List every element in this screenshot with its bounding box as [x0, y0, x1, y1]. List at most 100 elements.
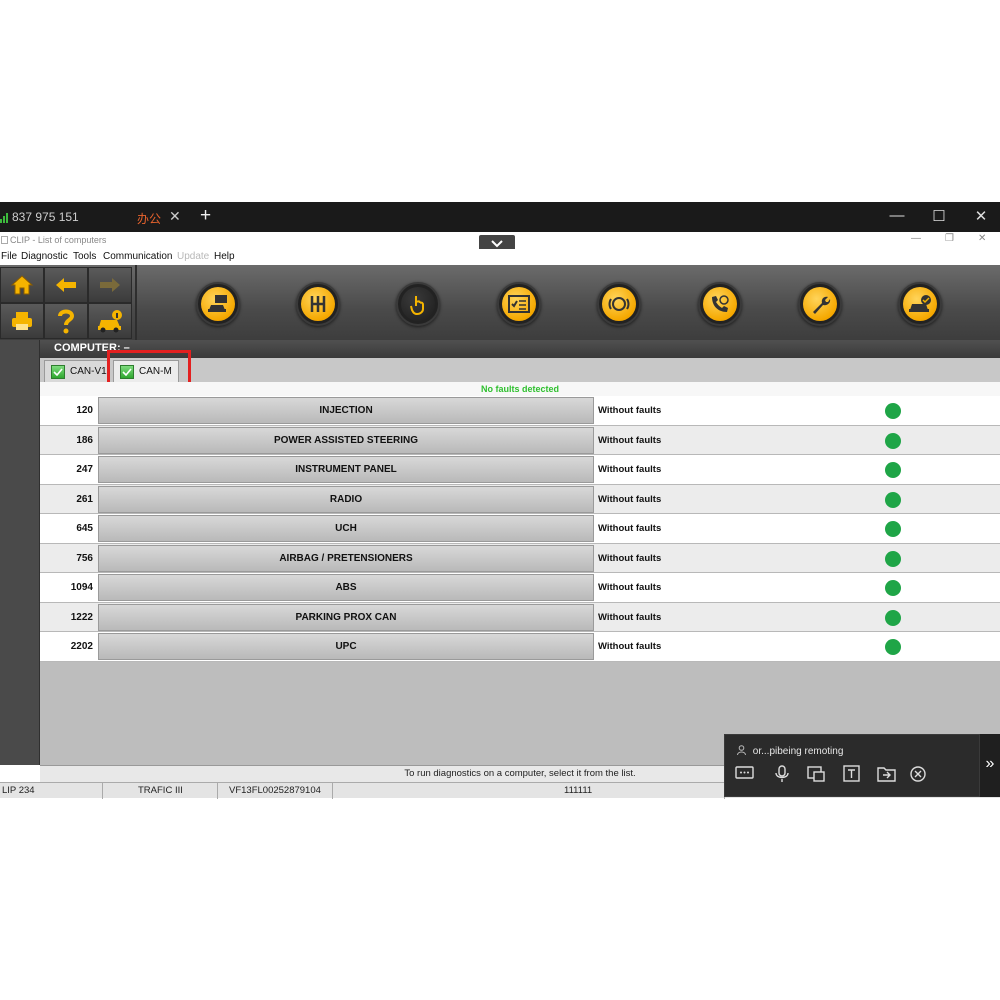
table-row[interactable]: 186 POWER ASSISTED STEERING Without faults — [40, 425, 1000, 455]
menu-diagnostic[interactable]: Diagnostic — [21, 251, 68, 262]
status-tool: LIP 234 — [0, 783, 103, 799]
ecu-name-button[interactable]: AIRBAG / PRETENSIONERS — [98, 544, 594, 572]
microphone-button[interactable] — [772, 765, 792, 783]
maximize-button[interactable]: ☐ — [929, 207, 949, 225]
phone-car-button[interactable] — [698, 282, 742, 326]
forward-button[interactable] — [88, 267, 132, 303]
table-row[interactable]: 261 RADIO Without faults — [40, 484, 1000, 514]
menu-update[interactable]: Update — [177, 251, 209, 262]
vehicle-identification-button[interactable] — [196, 282, 240, 326]
brake-button[interactable] — [597, 282, 641, 326]
table-row[interactable]: 1094 ABS Without faults — [40, 573, 1000, 603]
checklist-button[interactable] — [497, 282, 541, 326]
app-restore-button[interactable]: ❐ — [945, 233, 954, 244]
table-row[interactable]: 247 INSTRUMENT PANEL Without faults — [40, 455, 1000, 485]
computer-value: – — [123, 342, 130, 354]
ecu-name-button[interactable]: UCH — [98, 515, 594, 542]
window-title-bar: CLIP - List of computers — ❐ ✕ — [0, 232, 1000, 252]
vehicle-check-icon — [909, 295, 931, 312]
ecu-name-button[interactable]: UPC — [98, 633, 594, 660]
screen-share-button[interactable] — [806, 765, 826, 783]
wrench-button[interactable] — [798, 282, 842, 326]
tab-can-m[interactable]: CAN-M — [113, 360, 179, 382]
ecu-status: Without faults — [598, 523, 662, 534]
close-tab-icon[interactable]: ✕ — [169, 208, 181, 225]
toolbar-separator — [135, 265, 137, 340]
remote-session-tab[interactable]: 837 975 151 办公 ✕ — [0, 202, 190, 232]
minimize-button[interactable]: — — [887, 207, 907, 224]
ecu-status: Without faults — [598, 434, 662, 446]
ecu-name-button[interactable]: INJECTION — [98, 397, 594, 424]
help-button[interactable] — [44, 303, 88, 339]
remote-title: or...pibeing remoting — [737, 745, 843, 757]
checkbox-checked-icon — [120, 364, 134, 379]
file-transfer-button[interactable] — [877, 765, 897, 783]
table-row[interactable]: 756 AIRBAG / PRETENSIONERS Without faults — [40, 543, 1000, 573]
tab-label: CAN-M — [139, 366, 172, 377]
menu-tools[interactable]: Tools — [73, 251, 96, 262]
vehicle-info-button[interactable] — [88, 303, 132, 339]
menu-communication[interactable]: Communication — [103, 251, 172, 262]
tab-can-v1[interactable]: CAN-V1 — [44, 360, 108, 382]
computer-label: COMPUTER: – — [54, 342, 130, 354]
printer-icon — [12, 312, 32, 330]
touch-button[interactable] — [396, 282, 440, 326]
status-indicator-icon — [885, 521, 901, 537]
gearbox-button[interactable] — [296, 282, 340, 326]
ecu-name-button[interactable]: ABS — [98, 574, 594, 601]
user-icon — [737, 745, 746, 756]
status-vin: VF13FL00252879104 — [218, 783, 333, 799]
gearbox-icon — [310, 296, 326, 312]
new-tab-button[interactable]: + — [200, 205, 211, 227]
microphone-icon — [775, 765, 789, 782]
remote-control-panel: or...pibeing remoting — [724, 734, 980, 797]
status-indicator-icon — [885, 609, 901, 626]
app-minimize-button[interactable]: — — [911, 233, 921, 244]
table-row[interactable]: 2202 UPC Without faults — [40, 632, 1000, 662]
ecu-name-button[interactable]: POWER ASSISTED STEERING — [98, 426, 594, 454]
chat-button[interactable] — [735, 765, 755, 783]
text-icon — [843, 765, 860, 782]
expand-panel-button[interactable]: » — [980, 734, 1000, 797]
table-row[interactable]: 120 INJECTION Without faults — [40, 396, 1000, 426]
ecu-number: 645 — [76, 523, 93, 534]
remote-desktop-tab-bar: 837 975 151 办公 ✕ + — ☐ ✕ — [0, 202, 1000, 232]
print-button[interactable] — [0, 303, 44, 339]
app-close-button[interactable]: ✕ — [978, 233, 986, 244]
ecu-status: Without faults — [598, 552, 662, 564]
help-icon — [58, 309, 75, 334]
ecu-number: 1222 — [70, 611, 93, 623]
status-indicator-icon — [885, 491, 901, 508]
text-button[interactable] — [842, 765, 862, 783]
ecu-number: 261 — [76, 493, 93, 505]
forward-arrow-icon — [100, 278, 120, 292]
close-window-button[interactable]: ✕ — [971, 207, 991, 225]
back-arrow-icon — [56, 278, 76, 292]
ecu-name-button[interactable]: RADIO — [98, 485, 594, 513]
tab-label: CAN-V1 — [70, 366, 107, 377]
home-button[interactable] — [0, 267, 44, 303]
remote-title-text: or...pibeing remoting — [752, 746, 844, 757]
toolbar-nav-group — [0, 265, 135, 340]
vehicle-info-icon — [98, 310, 122, 333]
vehicle-check-button[interactable] — [898, 282, 942, 326]
menu-help[interactable]: Help — [214, 251, 235, 262]
ecu-status: Without faults — [598, 582, 662, 593]
table-row[interactable]: 1222 PARKING PROX CAN Without faults — [40, 602, 1000, 632]
ecu-status: Without faults — [598, 641, 662, 652]
ecu-table: 120 INJECTION Without faults 186 POWER ASSIS… — [40, 396, 1000, 662]
status-indicator-icon — [885, 462, 901, 478]
menu-file[interactable]: File — [1, 251, 17, 262]
status-message: No faults detected — [40, 382, 1000, 396]
table-row[interactable]: 645 UCH Without faults — [40, 514, 1000, 544]
menu-bar: File Diagnostic Tools Communication Upda… — [0, 249, 1000, 265]
vehicle-identification-icon — [208, 295, 227, 312]
back-button[interactable] — [44, 267, 88, 303]
disconnect-button[interactable] — [909, 765, 929, 783]
brake-icon — [608, 297, 630, 311]
home-icon — [10, 275, 34, 295]
ecu-status: Without faults — [598, 405, 662, 416]
ecu-name-button[interactable]: PARKING PROX CAN — [98, 603, 594, 631]
ecu-name-button[interactable]: INSTRUMENT PANEL — [98, 456, 594, 483]
computer-header: COMPUTER: – — [40, 340, 1000, 358]
